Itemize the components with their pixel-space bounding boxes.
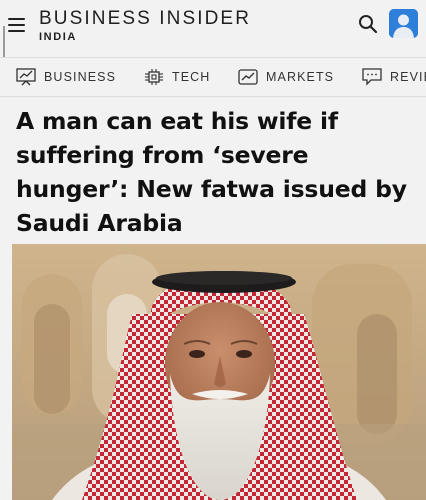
nav-item-business[interactable]: BUSINESS [16, 58, 116, 96]
search-icon[interactable] [357, 13, 379, 35]
hero-image[interactable] [12, 244, 426, 500]
nav-item-reviews[interactable]: REVIE [362, 58, 426, 96]
nav-item-markets[interactable]: MARKETS [238, 58, 334, 96]
hamburger-menu-icon[interactable] [8, 18, 25, 32]
article-headline[interactable]: A man can eat his wife if suffering from… [16, 104, 416, 240]
section-nav: BUSINESS TECH MARKETS REVI [0, 57, 426, 97]
nav-label-business: BUSINESS [44, 70, 117, 84]
nav-label-markets: MARKETS [266, 70, 335, 84]
chart-board-icon [16, 68, 36, 86]
user-avatar-icon[interactable] [389, 9, 418, 38]
review-chat-icon [362, 68, 382, 86]
nav-label-reviews: REVIE [390, 70, 426, 84]
brand-name: BUSINESS INSIDER [39, 8, 252, 29]
chip-icon [145, 69, 163, 85]
brand-edition: INDIA [39, 31, 77, 43]
hero-photo-illustration [12, 244, 426, 500]
top-header: BUSINESS INSIDER INDIA [0, 0, 426, 56]
market-graph-icon [238, 69, 258, 85]
nav-label-tech: TECH [172, 70, 211, 84]
nav-item-tech[interactable]: TECH [144, 58, 210, 96]
brand-logo[interactable]: BUSINESS INSIDER INDIA [39, 8, 251, 43]
